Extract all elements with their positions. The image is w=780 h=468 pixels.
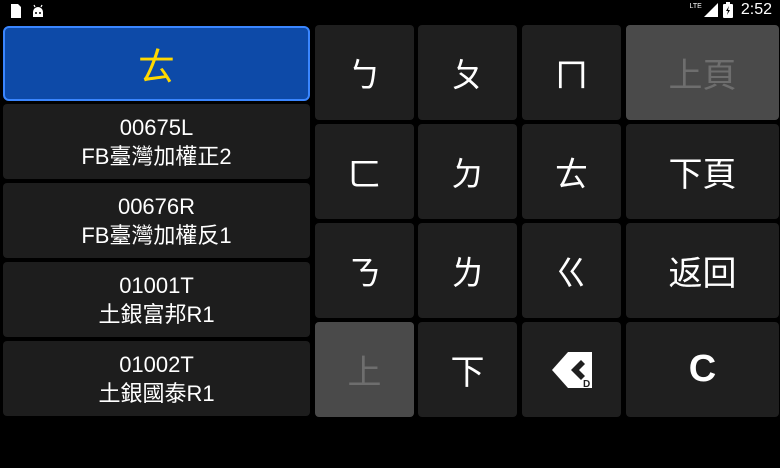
back-button[interactable]: 返回 [626, 223, 779, 318]
key-ne[interactable]: ㄋ [315, 223, 414, 318]
clock: 2:52 [740, 1, 772, 18]
stock-code: 01002T [119, 351, 194, 377]
sim-card-icon [11, 4, 21, 18]
up-button[interactable]: 上 [315, 322, 414, 417]
search-input[interactable]: ㄊ [3, 26, 310, 101]
stock-code: 01001T [119, 272, 194, 298]
key-te[interactable]: ㄊ [522, 124, 621, 219]
backspace-button[interactable]: D [522, 322, 621, 417]
page-down-button[interactable]: 下頁 [626, 124, 779, 219]
status-bar: LTE 2:52 [0, 0, 780, 24]
key-le[interactable]: ㄌ [418, 223, 517, 318]
key-po[interactable]: ㄆ [418, 25, 517, 120]
svg-text:D: D [583, 379, 590, 390]
key-de[interactable]: ㄉ [418, 124, 517, 219]
key-bo[interactable]: ㄅ [315, 25, 414, 120]
clear-button[interactable]: C [626, 322, 779, 417]
stock-name: 土銀國泰R1 [98, 380, 215, 406]
lte-label: LTE [689, 3, 702, 10]
down-button[interactable]: 下 [418, 322, 517, 417]
battery-icon [722, 2, 733, 18]
stock-code: 00675L [119, 114, 194, 140]
list-item[interactable]: 01002T 土銀國泰R1 [3, 341, 310, 416]
list-item[interactable]: 00676R FB臺灣加權反1 [3, 183, 310, 258]
key-mo[interactable]: ㄇ [522, 25, 621, 120]
key-ge[interactable]: ㄍ [522, 223, 621, 318]
backspace-icon: D [551, 351, 592, 390]
stock-name: 土銀富邦R1 [98, 301, 215, 327]
key-fo[interactable]: ㄈ [315, 124, 414, 219]
list-item[interactable]: 01001T 土銀富邦R1 [3, 262, 310, 337]
stock-name: FB臺灣加權反1 [81, 222, 232, 248]
list-item[interactable]: 00675L FB臺灣加權正2 [3, 104, 310, 179]
android-icon [33, 4, 43, 17]
page-up-button[interactable]: 上頁 [626, 25, 779, 120]
stock-name: FB臺灣加權正2 [81, 143, 232, 169]
signal-icon [703, 3, 718, 17]
stock-code: 00676R [117, 193, 196, 219]
